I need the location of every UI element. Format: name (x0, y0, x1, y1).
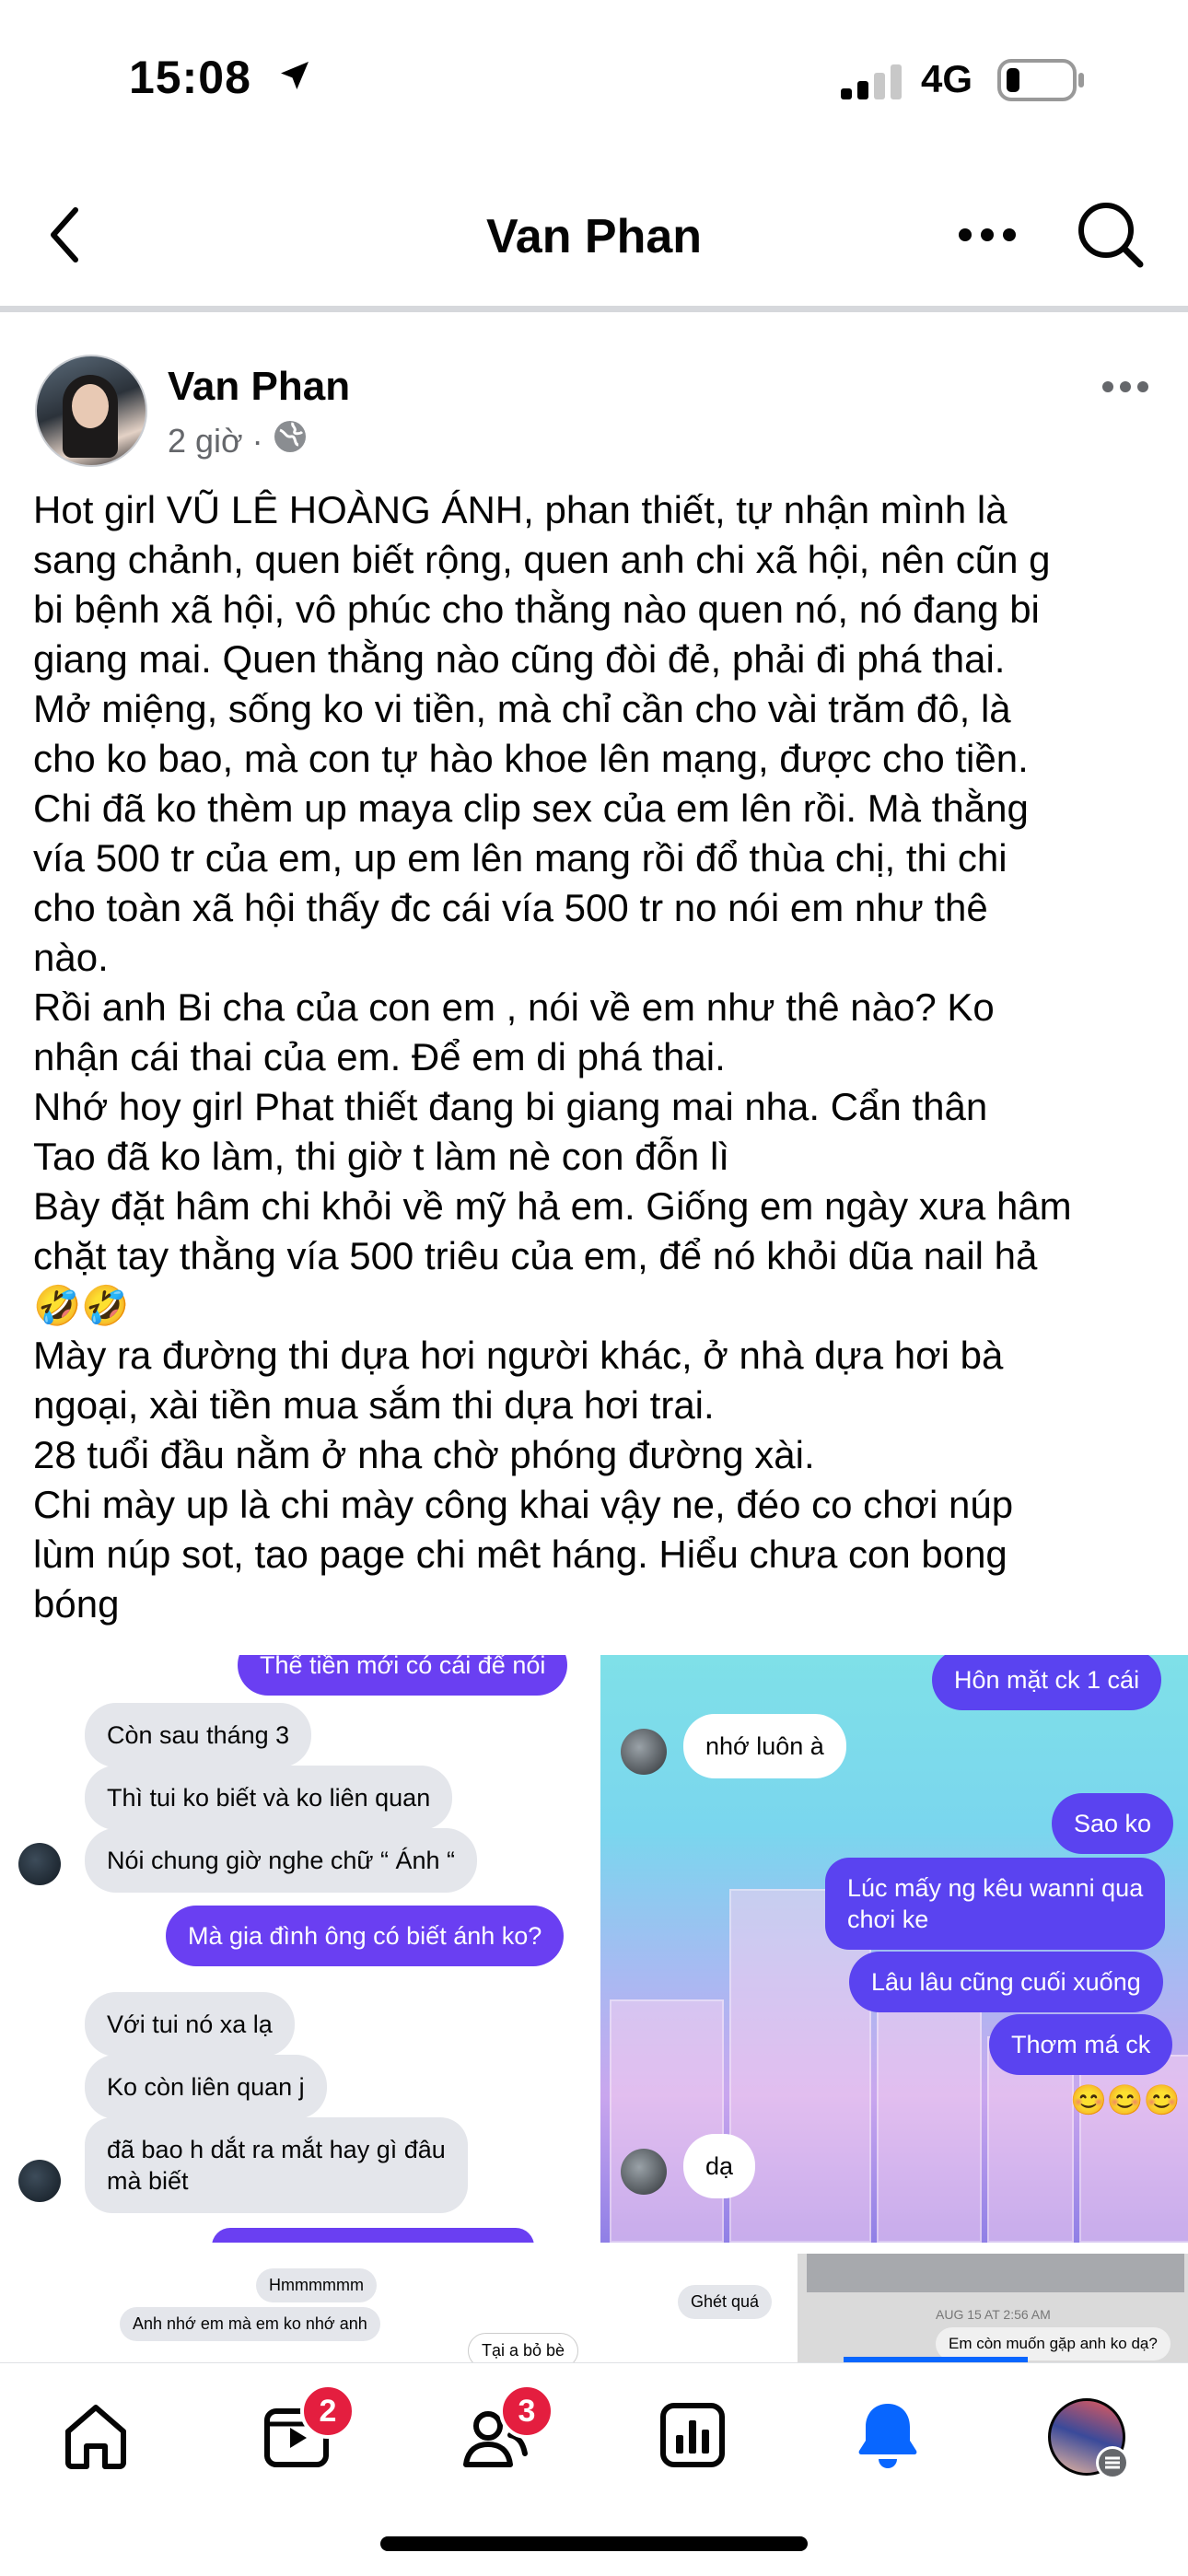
chat-bubble-out: Mà gia đình ông có biết ánh ko? (166, 1906, 565, 1966)
post-line: Mày ra đường thi dựa hơi người khác, ở n… (33, 1334, 1004, 1377)
chat-bubble: Tại a bỏ bè (468, 2333, 579, 2364)
chat-bubble-line: chơi ke (847, 1906, 929, 1933)
post-line: vía 500 tr của em, up em lên mang rồi đổ… (33, 836, 1007, 880)
chat-bubble-line: Lúc mấy ng kêu wanni qua (847, 1874, 1144, 1902)
chat-bubble-in: Còn sau tháng 3 (85, 1703, 312, 1767)
chat-bubble-in: Với tui nó xa lạ (85, 1992, 295, 2057)
location-arrow-icon (276, 57, 313, 99)
contact-avatar (18, 2160, 61, 2202)
post-photo-1[interactable]: Thế tiền mới có cái để nói Còn sau tháng… (0, 1655, 589, 2243)
meta-separator: · (251, 421, 263, 460)
post-body: Hot girl VŨ LÊ HOÀNG ÁNH, phan thiết, tự… (33, 485, 1175, 1629)
emoji-reactions: 😊😊😊 (1070, 2083, 1181, 2116)
bell-icon (858, 2404, 917, 2468)
status-bar: 15:08 4G (0, 0, 1188, 161)
status-time: 15:08 (129, 52, 251, 103)
chat-bubble-line: đã bao h dắt ra mắt hay gì đâu (107, 2136, 446, 2163)
menu-icon (1096, 2446, 1129, 2479)
post-line: lùm núp sot, tao page chi mêt háng. Hiểu… (33, 1533, 1007, 1576)
chat-bubble-out: Hôn mặt ck 1 cái (932, 1655, 1162, 1710)
post-line: Chi đã ko thèm up maya clip sex của em l… (33, 787, 1029, 830)
contact-avatar (18, 1843, 61, 1885)
notification-badge: 3 (499, 2384, 554, 2439)
chat-bubble-in: nhớ luôn à (683, 1714, 846, 1778)
chat-bubble: Anh nhớ em mà em ko nhớ anh (120, 2307, 380, 2341)
chat-bubble: Ghét quá (678, 2285, 773, 2319)
post-line: bóng (33, 1582, 120, 1626)
chat-bubble: Hmmmmmm (256, 2268, 377, 2302)
post-line: giang mai. Quen thằng nào cũng đòi đẻ, p… (33, 637, 1006, 681)
chat-bubble-out: Thơm má ck (989, 2014, 1173, 2075)
chat-bubble-in: dạ (683, 2134, 756, 2198)
tab-profile[interactable] (1048, 2398, 1131, 2481)
search-icon[interactable] (1076, 200, 1146, 274)
chat-bubble-out: Thế tiền mới có cái để nói (238, 1655, 568, 1696)
post-line: Chi mày up là chi mày công khai vậy ne, … (33, 1483, 1014, 1526)
post-photo-5[interactable]: AUG 15 AT 2:56 AM Em còn muốn gặp anh ko… (798, 2254, 1188, 2364)
top-nav-bar: Van Phan (0, 161, 1188, 309)
dashboard-icon (660, 2403, 725, 2467)
chat-timestamp: AUG 15 AT 2:56 AM (936, 2307, 1051, 2322)
divider (0, 306, 1188, 312)
contact-avatar (621, 2149, 667, 2195)
author-avatar[interactable] (35, 355, 147, 467)
tab-friends[interactable]: 3 (457, 2384, 554, 2481)
more-options-icon[interactable] (958, 226, 1017, 249)
chat-bubble-out (212, 2228, 534, 2243)
post-meta: 2 giờ · (168, 419, 308, 462)
chat-bubble-line: mà biết (107, 2167, 189, 2195)
tab-video[interactable]: 2 (260, 2384, 355, 2481)
post-time[interactable]: 2 giờ (168, 422, 243, 460)
home-icon (65, 2405, 126, 2469)
signal-icon (841, 64, 907, 106)
post-line: nhận cái thai của em. Để em di phá thai. (33, 1035, 726, 1078)
post-line: Tao đã ko làm, thi giờ t làm nè con đỗn … (33, 1135, 729, 1178)
post-line: cho ko bao, mà con tự hào khoe lên mạng,… (33, 737, 1029, 780)
home-indicator (380, 2536, 808, 2551)
post-line: chặt tay thằng vía 500 triêu của em, để … (33, 1234, 1038, 1277)
post-line: bi bệnh xã hội, vô phúc cho thằng nào qu… (33, 588, 1040, 631)
contact-avatar (621, 1729, 667, 1775)
post-line: Rồi anh Bi cha của con em , nói về em nh… (33, 985, 995, 1029)
chat-bubble-out: Sao ko (1052, 1793, 1174, 1854)
chat-bubble-in: Thì tui ko biết và ko liên quan (85, 1766, 453, 1830)
chat-bubble-out: Lâu lâu cũng cuối xuống (849, 1952, 1163, 2012)
network-type: 4G (921, 57, 973, 100)
post-photo-3[interactable]: Hmmmmmm Anh nhớ em mà em ko nhớ anh (0, 2254, 392, 2364)
post-line: Mở miệng, sống ko vi tiền, mà chỉ cần ch… (33, 687, 1011, 730)
chat-bubble-out: Lúc mấy ng kêu wanni qua chơi ke (825, 1858, 1166, 1950)
chat-bubble-in: Ko còn liên quan j (85, 2055, 327, 2119)
battery-icon (997, 59, 1086, 106)
notification-badge: 2 (300, 2384, 355, 2439)
post-options-icon[interactable] (1101, 379, 1149, 399)
post-line: Bày đặt hâm chi khỏi về mỹ hả em. Giống … (33, 1184, 1072, 1228)
tab-home[interactable] (59, 2398, 142, 2481)
post-line: ngoại, xài tiền mua sắm thi dựa hơi trai… (33, 1383, 715, 1427)
post-line: nào. (33, 936, 109, 979)
post-photo-4[interactable]: Ghét quá Tại a bỏ bè (402, 2254, 792, 2364)
chat-bubble: Em còn muốn gặp anh ko dạ? (936, 2327, 1171, 2360)
post-line: Hot girl VŨ LÊ HOÀNG ÁNH, phan thiết, tự… (33, 488, 1007, 531)
post-photo-2[interactable]: Hôn mặt ck 1 cái nhớ luôn à Sao ko Lúc m… (600, 1655, 1188, 2243)
post-author-name[interactable]: Van Phan (168, 364, 350, 410)
photo-header (807, 2254, 1184, 2292)
chat-bubble-in: đã bao h dắt ra mắt hay gì đâu mà biết (85, 2117, 468, 2213)
tab-dashboard[interactable] (656, 2398, 739, 2481)
post-line-emoji: 🤣🤣 (33, 1284, 130, 1327)
globe-icon (273, 419, 308, 462)
tab-notifications[interactable] (851, 2398, 934, 2481)
post-line: 28 tuổi đầu nằm ở nha chờ phóng đường xà… (33, 1433, 815, 1476)
post-line: Nhớ hoy girl Phat thiết đang bi giang ma… (33, 1085, 988, 1128)
chat-bubble-in: Nói chung giờ nghe chữ “ Ánh “ (85, 1828, 477, 1893)
post-line: cho toàn xã hội thấy đc cái vía 500 tr n… (33, 886, 988, 929)
post-line: sang chảnh, quen biết rộng, quen anh chi… (33, 538, 1051, 581)
